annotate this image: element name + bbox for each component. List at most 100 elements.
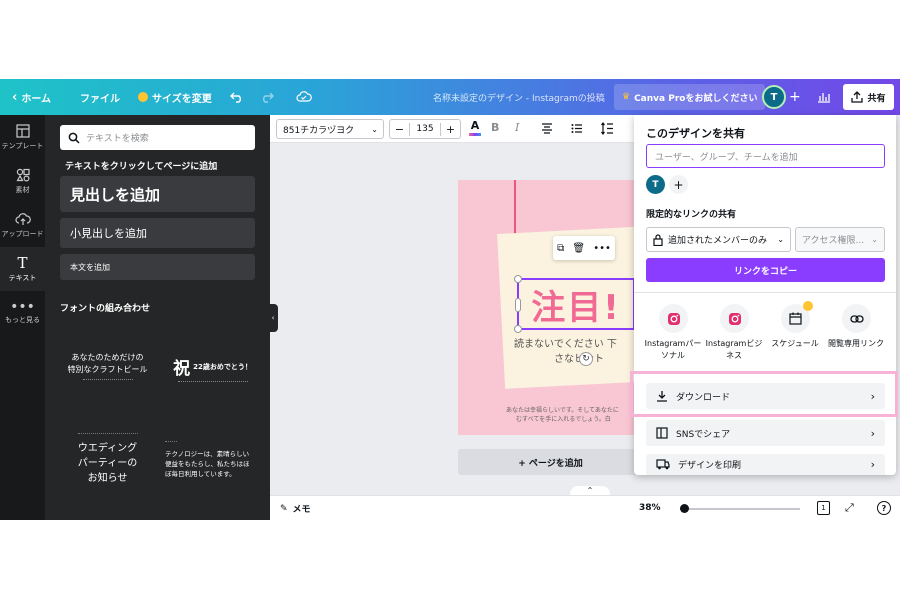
home-button[interactable]: ‹ ホーム xyxy=(12,79,51,115)
share-view-link-button[interactable] xyxy=(842,304,871,333)
template-icon xyxy=(15,123,30,138)
elements-icon xyxy=(15,168,30,182)
design-canvas[interactable]: ⧉ 🗑 ••• 注目! 読まないでください 下 さなヒント ↻ あなたは幸福らし… xyxy=(458,180,658,435)
decrease-size-button[interactable]: − xyxy=(390,122,410,136)
copy-link-button[interactable]: リンクをコピー xyxy=(646,258,885,282)
chevron-left-icon: ‹ xyxy=(12,89,18,105)
bold-icon[interactable]: B xyxy=(491,121,499,134)
rotate-icon: ↻ xyxy=(582,354,590,364)
share-option-label: Instagramパー ソナル xyxy=(644,339,702,360)
resize-button[interactable]: サイズを変更 xyxy=(138,79,212,115)
share-instagram-business-button[interactable] xyxy=(720,304,749,333)
notes-icon: ✎ xyxy=(280,503,288,514)
font-combo-3[interactable]: ウエディング パーティーの お知らせ xyxy=(60,427,155,517)
access-select[interactable]: 追加されたメンバーのみ ⌄ xyxy=(646,227,791,252)
share-instagram-personal-button[interactable] xyxy=(659,304,688,333)
add-body-button[interactable]: 本文を追加 xyxy=(60,254,255,280)
add-page-button[interactable]: + ページを追加 xyxy=(458,449,643,475)
page-count-button[interactable]: 1 xyxy=(817,501,830,515)
side-rail: テンプレート 素材 アップロード T テキスト ••• もっと見る xyxy=(0,115,45,520)
increase-size-button[interactable]: + xyxy=(440,122,460,136)
download-icon xyxy=(657,391,667,402)
trash-icon[interactable]: 🗑 xyxy=(572,243,585,254)
share-option-label: スケジュール xyxy=(771,339,819,348)
rail-item-elements[interactable]: 素材 xyxy=(0,159,45,203)
collapse-panel-button[interactable]: ‹ xyxy=(268,304,278,332)
selected-text-box[interactable]: 注目! xyxy=(514,275,635,333)
download-button[interactable]: ダウンロード › xyxy=(646,383,885,409)
bottom-bar: ✎ メモ 38% 1 ⤢ ? xyxy=(270,495,900,520)
share-schedule-button[interactable] xyxy=(781,301,813,333)
avatar[interactable]: T xyxy=(762,85,786,109)
zoom-label: 38% xyxy=(639,503,661,513)
more-icon[interactable]: ••• xyxy=(593,243,611,254)
font-size-stepper: − 135 + xyxy=(389,119,461,139)
instagram-icon xyxy=(728,312,741,325)
search-icon xyxy=(68,132,80,144)
chevron-right-icon: › xyxy=(870,426,875,440)
redo-icon xyxy=(263,92,274,103)
spacing-icon[interactable] xyxy=(601,122,614,135)
try-pro-button[interactable]: ♛ Canva Proをお試しください xyxy=(614,84,766,110)
app-frame: ‹ ホーム ファイル サイズを変更 名称未設定のデザイン - Instagram… xyxy=(0,79,900,520)
font-combos-title: フォントの組み合わせ xyxy=(60,304,151,314)
list-icon[interactable] xyxy=(571,123,583,134)
resize-handle[interactable] xyxy=(514,275,522,283)
design-title[interactable]: 名称未設定のデザイン - Instagramの投稿 xyxy=(433,79,605,115)
font-size-input[interactable]: 135 xyxy=(410,124,440,134)
font-combo-4[interactable]: テクノロジーは、素晴らしい 便益をもたらし、私たちはほ ぼ毎日利用しています。 xyxy=(165,427,260,517)
lock-icon xyxy=(653,233,663,246)
resize-handle[interactable] xyxy=(515,298,521,312)
chevron-down-icon: ⌄ xyxy=(371,124,378,134)
italic-icon[interactable]: I xyxy=(515,121,519,134)
fullscreen-icon[interactable]: ⤢ xyxy=(845,501,854,515)
add-collaborator-button[interactable]: + xyxy=(789,79,801,115)
rail-item-templates[interactable]: テンプレート xyxy=(0,115,45,159)
add-heading-button[interactable]: 見出しを追加 xyxy=(60,176,255,212)
zoom-slider[interactable] xyxy=(680,504,800,513)
font-family-select[interactable]: 851チカラヅヨク ⌄ xyxy=(276,119,384,139)
rail-item-text[interactable]: T テキスト xyxy=(0,247,45,291)
plus-icon: + xyxy=(673,177,684,192)
undo-button[interactable] xyxy=(230,79,244,115)
font-combo-2[interactable]: 祝 22歳おめでとう！ xyxy=(165,330,260,420)
add-subheading-button[interactable]: 小見出しを追加 xyxy=(60,218,255,248)
duplicate-icon[interactable]: ⧉ xyxy=(557,243,564,254)
upload-share-icon xyxy=(851,91,864,103)
calendar-icon xyxy=(789,312,802,325)
sns-share-button[interactable]: SNSでシェア › xyxy=(646,420,885,446)
insights-button[interactable] xyxy=(817,79,831,115)
rotate-handle[interactable]: ↻ xyxy=(579,352,593,366)
help-icon[interactable]: ? xyxy=(877,501,891,515)
chevron-right-icon: › xyxy=(870,389,875,403)
permission-select[interactable]: アクセス権限... ⌄ xyxy=(795,227,885,252)
chevron-left-icon: ‹ xyxy=(271,314,275,322)
redo-button[interactable] xyxy=(260,79,274,115)
zoom-knob[interactable] xyxy=(680,504,689,513)
text-color-button[interactable]: A xyxy=(468,119,482,139)
share-option-label: 閲覧専用リンク xyxy=(828,339,884,348)
more-icon: ••• xyxy=(10,298,35,315)
upload-icon xyxy=(14,212,31,225)
align-center-icon[interactable] xyxy=(541,123,553,134)
font-combo-1[interactable]: あなたのためだけの 特別なクラフトビール xyxy=(60,330,155,420)
panel-instruction: テキストをクリックしてページに追加 xyxy=(65,162,218,172)
hanging-string xyxy=(514,180,516,238)
rail-item-more[interactable]: ••• もっと見る xyxy=(0,291,45,335)
notes-button[interactable]: ✎ メモ xyxy=(280,502,311,516)
restricted-link-label: 限定的なリンクの共有 xyxy=(646,210,737,220)
resize-handle[interactable] xyxy=(514,325,522,333)
add-person-button[interactable]: + xyxy=(669,175,688,194)
file-menu[interactable]: ファイル xyxy=(80,79,120,115)
people-input[interactable]: ユーザー、グループ、チームを追加 xyxy=(646,144,885,168)
canvas-footnote-2: むすべてを手に入れるでしょう。白 xyxy=(516,416,611,423)
avatar: T xyxy=(646,175,665,194)
share-sns-icon xyxy=(656,427,668,439)
cloud-save-button[interactable] xyxy=(296,79,312,115)
text-color-icon: A xyxy=(470,119,480,132)
share-button[interactable]: 共有 xyxy=(843,84,894,110)
element-context-menu: ⧉ 🗑 ••• xyxy=(553,236,615,260)
search-input[interactable]: テキストを検索 xyxy=(60,125,255,150)
rail-item-uploads[interactable]: アップロード xyxy=(0,203,45,247)
print-design-button[interactable]: デザインを印刷 › xyxy=(646,454,885,475)
